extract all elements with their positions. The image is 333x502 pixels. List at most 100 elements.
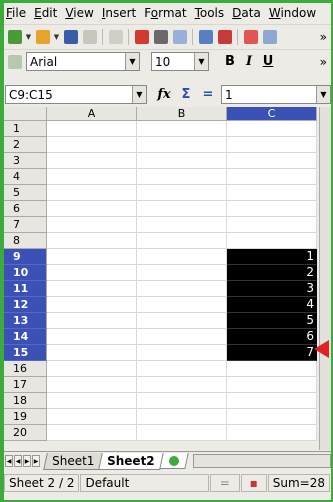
email-icon[interactable] [81,28,98,45]
column-header-c[interactable]: C [227,107,317,121]
cell-a17[interactable] [47,377,137,393]
save-icon[interactable] [62,28,79,45]
cell-c11[interactable]: 3 [227,281,317,297]
underline-button[interactable]: U [260,54,276,69]
row-header[interactable]: 20 [4,425,47,441]
vertical-scrollbar[interactable] [319,107,331,450]
row-header[interactable]: 15 [4,345,47,361]
cell-b12[interactable] [137,297,227,313]
open-dropdown-icon[interactable]: ▼ [53,33,60,41]
edit-file-icon[interactable] [107,28,124,45]
last-sheet-button[interactable]: ▶ [32,455,40,467]
cell-a5[interactable] [47,185,137,201]
cell-a19[interactable] [47,409,137,425]
cell-a15[interactable] [47,345,137,361]
styles-icon[interactable] [6,53,23,70]
menu-format[interactable]: Format [144,6,186,20]
cell-b9[interactable] [137,249,227,265]
page-preview-icon[interactable] [171,28,188,45]
italic-button[interactable]: I [241,54,257,69]
cell-b16[interactable] [137,361,227,377]
select-all-corner[interactable] [4,107,47,121]
cell-b19[interactable] [137,409,227,425]
open-folder-icon[interactable] [34,28,51,45]
function-button[interactable]: = [199,87,217,102]
cell-c5[interactable] [227,185,317,201]
cell-b5[interactable] [137,185,227,201]
menu-insert[interactable]: Insert [102,6,136,20]
font-name-combo[interactable]: Arial ▼ [26,52,140,71]
bold-button[interactable]: B [222,54,238,69]
cell-b17[interactable] [137,377,227,393]
cell-c2[interactable] [227,137,317,153]
row-header[interactable]: 11 [4,281,47,297]
cell-b11[interactable] [137,281,227,297]
row-header[interactable]: 6 [4,201,47,217]
font-size-combo[interactable]: 10 ▼ [151,52,209,71]
cell-a16[interactable] [47,361,137,377]
horizontal-scrollbar[interactable] [192,454,331,468]
menu-edit[interactable]: Edit [34,6,57,20]
font-size-dropdown-icon[interactable]: ▼ [194,53,208,70]
column-header-a[interactable]: A [47,107,137,121]
cell-a18[interactable] [47,393,137,409]
row-header[interactable]: 14 [4,329,47,345]
function-wizard-button[interactable]: fx [155,87,173,102]
column-header-b[interactable]: B [137,107,227,121]
menu-file[interactable]: File [6,6,26,20]
row-header[interactable]: 18 [4,393,47,409]
row-header[interactable]: 13 [4,313,47,329]
cell-a9[interactable] [47,249,137,265]
previous-sheet-button[interactable]: ◀ [14,455,22,467]
copy-icon[interactable] [261,28,278,45]
cell-c8[interactable] [227,233,317,249]
cell-a20[interactable] [47,425,137,441]
cell-c3[interactable] [227,153,317,169]
cell-c7[interactable] [227,217,317,233]
row-header[interactable]: 8 [4,233,47,249]
cell-b8[interactable] [137,233,227,249]
cell-a4[interactable] [47,169,137,185]
cell-a2[interactable] [47,137,137,153]
cell-c12[interactable]: 4 [227,297,317,313]
cell-b15[interactable] [137,345,227,361]
row-header[interactable]: 1 [4,121,47,137]
toolbar-overflow-button[interactable]: » [320,30,327,44]
cell-c18[interactable] [227,393,317,409]
cell-b13[interactable] [137,313,227,329]
cell-c15[interactable]: 7 [227,345,317,361]
sheet-tab-sheet1[interactable]: Sheet1 [43,452,104,470]
cell-c16[interactable] [227,361,317,377]
cell-b14[interactable] [137,329,227,345]
cell-a7[interactable] [47,217,137,233]
font-name-dropdown-icon[interactable]: ▼ [125,53,139,70]
cell-b4[interactable] [137,169,227,185]
name-box-dropdown-icon[interactable]: ▼ [132,86,146,103]
cell-b6[interactable] [137,201,227,217]
cell-a13[interactable] [47,313,137,329]
cell-a11[interactable] [47,281,137,297]
row-header[interactable]: 17 [4,377,47,393]
cell-a12[interactable] [47,297,137,313]
first-sheet-button[interactable]: ◀ [5,455,13,467]
cell-b3[interactable] [137,153,227,169]
cell-c19[interactable] [227,409,317,425]
export-pdf-icon[interactable] [133,28,150,45]
spellcheck-icon[interactable] [197,28,214,45]
cell-a14[interactable] [47,329,137,345]
cell-c1[interactable] [227,121,317,137]
cell-b20[interactable] [137,425,227,441]
cell-a6[interactable] [47,201,137,217]
menu-data[interactable]: Data [232,6,261,20]
formula-expand-icon[interactable]: ▼ [316,86,330,103]
cell-c6[interactable] [227,201,317,217]
cell-c4[interactable] [227,169,317,185]
new-dropdown-icon[interactable]: ▼ [25,33,32,41]
cell-b7[interactable] [137,217,227,233]
cut-icon[interactable] [242,28,259,45]
row-header[interactable]: 12 [4,297,47,313]
cell-a10[interactable] [47,265,137,281]
row-header[interactable]: 7 [4,217,47,233]
row-header[interactable]: 4 [4,169,47,185]
add-sheet-tab[interactable] [159,453,189,469]
